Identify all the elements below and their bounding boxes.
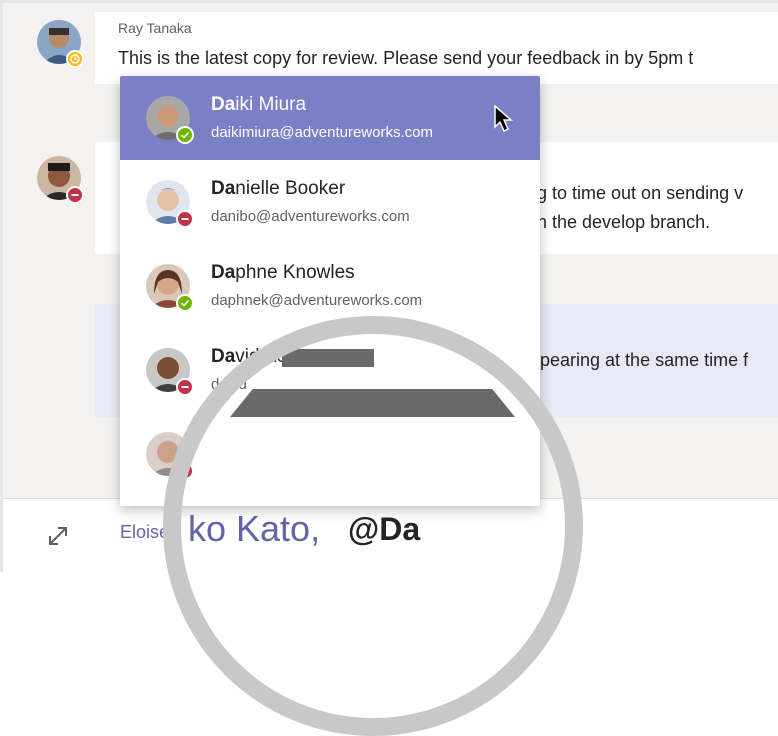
compose-mention-prefix: Eloise I [120,522,180,542]
avatar-gutter [3,3,93,498]
message-text: g to time out on sending v [537,183,744,203]
status-away-icon [66,50,84,68]
contact-email: daikimiura@adventureworks.com [211,124,433,141]
mention-option[interactable]: Danielle Booker danibo@adventureworks.co… [120,160,540,244]
contact-name: Daiki Miura [211,94,307,115]
status-available-icon [176,294,194,312]
message-text: pearing at the same time f [540,350,749,370]
status-busy-icon [176,378,194,396]
contact-email: daphnek@adventureworks.com [211,292,423,309]
status-busy-icon [176,462,194,480]
mention-option[interactable]: Daphne Knowles daphnek@adventureworks.co… [120,244,540,328]
mouse-pointer-icon [494,104,513,133]
message-text: n the develop branch. [537,212,711,232]
magnifier-blur [282,349,374,367]
status-busy-icon [66,186,84,204]
magnifier-blur [230,389,515,417]
compose-query[interactable]: @Da [348,511,420,548]
status-busy-icon [176,210,194,228]
message-text: This is the latest copy for review. Plea… [118,48,694,68]
mention-dropdown: Daiki Miura daikimiura@adventureworks.co… [120,76,540,506]
mention-option[interactable]: Daiki Miura daikimiura@adventureworks.co… [120,76,540,160]
contact-email: david [211,376,247,393]
status-available-icon [176,126,194,144]
contact-email: danibo@adventureworks.com [211,208,410,225]
compose-mention: ko Kato, [188,508,321,549]
message-sender: Ray Tanaka [118,20,192,36]
expand-icon[interactable] [44,522,72,550]
contact-name: Daphne Knowles [211,262,355,283]
contact-name: Danielle Booker [211,178,346,199]
mention-option[interactable] [120,412,540,496]
